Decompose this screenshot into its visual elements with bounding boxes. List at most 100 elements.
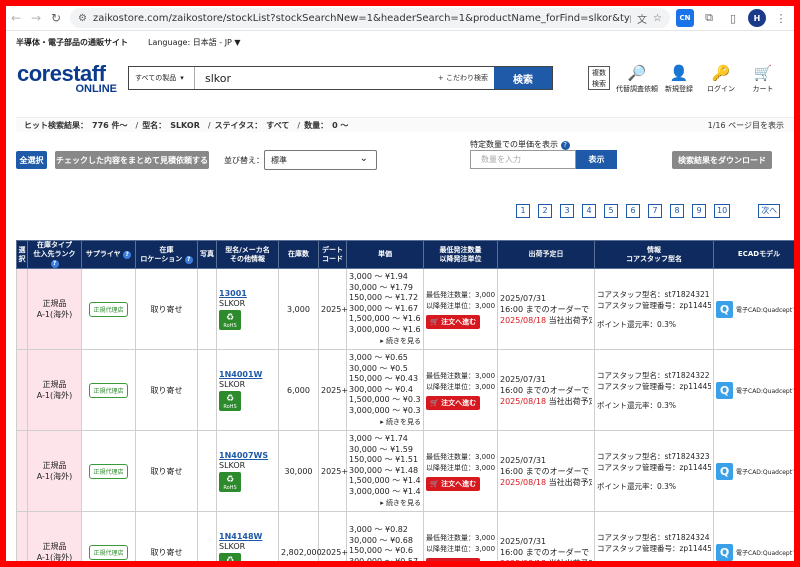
see-more-link[interactable]: ▸ 続きを見る bbox=[349, 417, 421, 427]
extensions-puzzle-icon[interactable]: ⧉ bbox=[700, 9, 718, 27]
page-link-1[interactable]: 1 bbox=[516, 204, 530, 218]
back-icon[interactable]: ← bbox=[6, 8, 26, 28]
browser-menu-icon[interactable]: ⋮ bbox=[772, 9, 790, 27]
row-select-cell[interactable] bbox=[16, 430, 28, 512]
order-button[interactable]: 🛒 注文へ進む bbox=[426, 476, 481, 491]
ship-note: 当社出荷予定 bbox=[548, 558, 592, 567]
col-supplier-label: サプライヤ bbox=[85, 250, 121, 258]
address-bar[interactable]: ⚙ zaikostore.com/zaikostore/stockList?st… bbox=[70, 8, 670, 28]
help-icon[interactable]: ? bbox=[560, 141, 570, 150]
select-all-button[interactable]: 全選択 bbox=[16, 151, 47, 169]
price-tier: 30,000 〜 ¥0.5 bbox=[349, 363, 408, 373]
row-select-cell[interactable] bbox=[16, 511, 28, 567]
help-icon[interactable]: ? bbox=[184, 255, 193, 264]
hits-label: ヒット検索結果： bbox=[24, 120, 88, 130]
page-link-8[interactable]: 8 bbox=[670, 204, 684, 218]
header-register[interactable]: 👤 新規登録 bbox=[658, 64, 700, 94]
corestaff-model[interactable]: コアスタッフ型名：st71824323 bbox=[597, 451, 711, 462]
points-rate: ポイント還元率：0.3% bbox=[597, 562, 677, 567]
ship-note: 当社出荷予定 bbox=[548, 315, 592, 325]
corestaff-model[interactable]: コアスタッフ型名：st71824324 bbox=[597, 532, 711, 543]
header-cart[interactable]: 🛒 カート bbox=[742, 64, 784, 94]
header-login[interactable]: 🔑 ログイン bbox=[700, 64, 742, 94]
advanced-search-link[interactable]: + こだわり検索 bbox=[438, 73, 488, 83]
supplier-cell: 正規代理店 bbox=[81, 430, 136, 512]
order-button[interactable]: 🛒 注文へ進む bbox=[426, 395, 481, 410]
next-page-link[interactable]: 次へ bbox=[758, 204, 781, 218]
help-icon[interactable]: ? bbox=[50, 260, 59, 268]
page-link-5[interactable]: 5 bbox=[604, 204, 618, 218]
corestaff-model[interactable]: コアスタッフ型名：st71824322 bbox=[597, 370, 711, 381]
col-ship: 出荷予定日 bbox=[497, 240, 595, 269]
ship-cell: 2025/07/31 16:00 までのオーダーで 2025/08/18 当社出… bbox=[497, 268, 595, 350]
qty-label: 数量： bbox=[304, 120, 329, 130]
profile-avatar[interactable]: H bbox=[748, 9, 766, 27]
header-quote[interactable]: 📄見積 bbox=[784, 64, 800, 94]
location-cell: 取り寄せ bbox=[135, 268, 198, 350]
page-link-6[interactable]: 6 bbox=[626, 204, 640, 218]
photo-cell bbox=[197, 268, 217, 350]
order-button[interactable]: 🛒 注文へ進む bbox=[426, 557, 481, 567]
quote-icon: 📄 bbox=[796, 64, 800, 84]
min-order-qty: 最低発注数量：3,000 bbox=[426, 371, 496, 380]
quadcept-icon[interactable]: Q bbox=[716, 381, 733, 399]
part-number-link[interactable]: 13001 bbox=[219, 289, 276, 298]
price-tier: 150,000 〜 ¥0.43 bbox=[349, 374, 419, 383]
reload-icon[interactable]: ↻ bbox=[46, 8, 66, 28]
site-info-icon[interactable]: ⚙ bbox=[78, 13, 87, 24]
show-price-button[interactable]: 表示 bbox=[576, 150, 617, 169]
part-number-link[interactable]: 1N4007WS bbox=[219, 451, 276, 460]
download-results-button[interactable]: 検索結果をダウンロード bbox=[672, 151, 772, 169]
extension-icon[interactable]: CN bbox=[676, 9, 694, 27]
header-proxy-search[interactable]: 🔎 代替調査依頼 bbox=[616, 64, 658, 94]
help-icon[interactable]: ? bbox=[123, 251, 132, 259]
price-tier: 150,000 〜 ¥0.6 bbox=[349, 546, 413, 556]
row-select-cell[interactable] bbox=[16, 349, 28, 431]
corestaff-model[interactable]: コアスタッフ型名：st71824321 bbox=[597, 289, 711, 300]
see-more-link[interactable]: ▸ 続きを見る bbox=[349, 336, 421, 346]
price-tier: 1,500,000 〜 ¥1.65 bbox=[349, 314, 421, 323]
quadcept-icon[interactable]: Q bbox=[716, 462, 733, 480]
user-icon: 👤 bbox=[669, 64, 689, 82]
multi-search-button[interactable]: 複数検索 bbox=[588, 66, 610, 90]
bulk-quote-button[interactable]: チェックした内容をまとめて見積依頼する bbox=[55, 151, 209, 169]
ecad-label[interactable]: 電子CAD:Quadceptで bbox=[736, 467, 798, 476]
sidepanel-icon[interactable]: ▯ bbox=[724, 9, 742, 27]
search-input[interactable]: slkor bbox=[195, 72, 438, 85]
quadcept-icon[interactable]: Q bbox=[716, 300, 733, 318]
price-tier: 300,000 〜 ¥0.57 bbox=[349, 556, 419, 566]
ecad-label[interactable]: 電子CAD:Quadceptで bbox=[736, 548, 798, 557]
page-link-10[interactable]: 10 bbox=[714, 204, 731, 218]
price-tier: 30,000 〜 ¥0.68 bbox=[349, 535, 413, 545]
supplier-rank: A-1(海外) bbox=[36, 310, 73, 319]
order-button[interactable]: 🛒 注文へ進む bbox=[426, 314, 481, 329]
part-number-link[interactable]: 1N4001W bbox=[219, 370, 276, 379]
site-logo[interactable]: corestaff ONLINE bbox=[17, 63, 117, 96]
ship-date: 2025/08/18 bbox=[500, 558, 547, 567]
page-link-2[interactable]: 2 bbox=[538, 204, 552, 218]
ecad-label[interactable]: 電子CAD:Quadceptで bbox=[736, 386, 798, 395]
page-link-4[interactable]: 4 bbox=[582, 204, 596, 218]
see-more-link[interactable]: ▸ 続きを見る bbox=[349, 498, 421, 508]
quadcept-icon[interactable]: Q bbox=[716, 543, 733, 561]
ecad-label[interactable]: 電子CAD:Quadceptで bbox=[736, 305, 798, 314]
col-price: 単価 bbox=[346, 240, 424, 269]
pagination: 1 2 3 4 5 6 7 8 9 10 次へ bbox=[516, 204, 781, 218]
category-select[interactable]: すべての製品 ▾ bbox=[129, 67, 195, 89]
col-moq-label: 最低発注数量 以降発注単位 bbox=[439, 245, 482, 263]
row-select-cell[interactable] bbox=[16, 268, 28, 350]
page-link-3[interactable]: 3 bbox=[560, 204, 574, 218]
search-button[interactable]: 検索 bbox=[494, 67, 552, 89]
site-tagline: 半導体・電子部品の通販サイト bbox=[16, 38, 128, 47]
sort-label: 並び替え： bbox=[224, 156, 264, 165]
order-unit: 以降発注単位：3,000 bbox=[426, 301, 496, 310]
translate-icon[interactable]: 文 bbox=[637, 11, 647, 26]
sort-select[interactable]: 標準 ⌄ bbox=[264, 150, 377, 170]
quantity-input[interactable]: 数量を入力 bbox=[470, 150, 576, 169]
language-selector[interactable]: Language: 日本語 - JP ▼ bbox=[148, 37, 241, 48]
part-number-link[interactable]: 1N4148W bbox=[219, 532, 276, 541]
forward-icon[interactable]: → bbox=[26, 8, 46, 28]
bookmark-star-icon[interactable]: ☆ bbox=[653, 13, 662, 24]
page-link-9[interactable]: 9 bbox=[692, 204, 706, 218]
page-link-7[interactable]: 7 bbox=[648, 204, 662, 218]
